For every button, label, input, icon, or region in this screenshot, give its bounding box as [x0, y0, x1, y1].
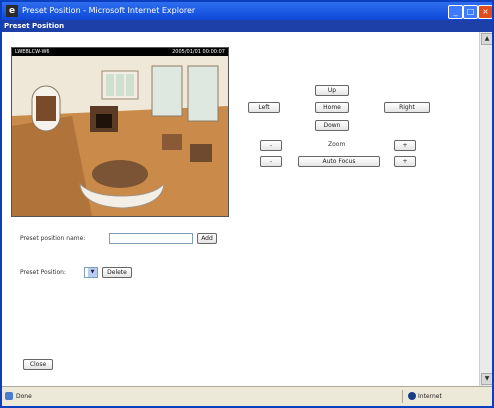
focus-far-button[interactable]: +: [394, 156, 416, 167]
close-button[interactable]: Close: [23, 359, 53, 370]
add-preset-button[interactable]: Add: [197, 233, 217, 244]
title-bar[interactable]: e Preset Position - Microsoft Internet E…: [2, 2, 492, 20]
ptz-left-button[interactable]: Left: [248, 102, 280, 113]
ptz-up-button[interactable]: Up: [315, 85, 349, 96]
vertical-scrollbar[interactable]: ▲ ▼: [479, 32, 492, 386]
status-text: Done: [16, 393, 32, 400]
window-title: Preset Position - Microsoft Internet Exp…: [22, 6, 196, 15]
page-header: Preset Position: [2, 20, 492, 32]
preset-positions-label: Preset Position:: [20, 269, 66, 276]
ie-page-icon: e: [6, 5, 18, 17]
ptz-down-button[interactable]: Down: [315, 120, 349, 131]
camera-name-overlay: LWEBLCW-W6: [15, 49, 50, 55]
zoom-out-button[interactable]: -: [260, 140, 282, 151]
chevron-down-icon: ▼: [88, 268, 97, 277]
ptz-right-button[interactable]: Right: [384, 102, 430, 113]
internet-zone-icon: [408, 392, 416, 400]
preset-name-label: Preset position name:: [20, 235, 86, 242]
delete-preset-button[interactable]: Delete: [102, 267, 132, 278]
camera-timestamp-overlay: 2005/01/01 00:00:07: [172, 49, 225, 55]
zoom-in-button[interactable]: +: [394, 140, 416, 151]
ptz-home-button[interactable]: Home: [315, 102, 349, 113]
security-zone-text: Internet: [418, 393, 442, 400]
status-separator: [402, 390, 403, 403]
preset-name-input[interactable]: [109, 233, 193, 244]
focus-near-button[interactable]: -: [260, 156, 282, 167]
zoom-label: Zoom: [328, 141, 346, 148]
auto-focus-button[interactable]: Auto Focus: [298, 156, 380, 167]
maximize-icon[interactable]: □: [463, 5, 478, 19]
minimize-icon[interactable]: _: [448, 5, 463, 19]
scroll-up-icon[interactable]: ▲: [481, 33, 492, 45]
camera-video-feed: LWEBLCW-W6 2005/01/01 00:00:07: [11, 47, 229, 217]
page-done-icon: [5, 392, 13, 400]
scroll-down-icon[interactable]: ▼: [481, 373, 492, 385]
browser-window: e Preset Position - Microsoft Internet E…: [0, 0, 494, 408]
room-scene-image: [12, 56, 228, 216]
preset-position-select[interactable]: ▼: [84, 267, 98, 278]
status-bar: Done Internet: [2, 386, 492, 406]
close-icon[interactable]: ×: [478, 5, 492, 19]
page-content: LWEBLCW-W6 2005/01/01 00:00:07 Up Left H…: [2, 32, 480, 386]
